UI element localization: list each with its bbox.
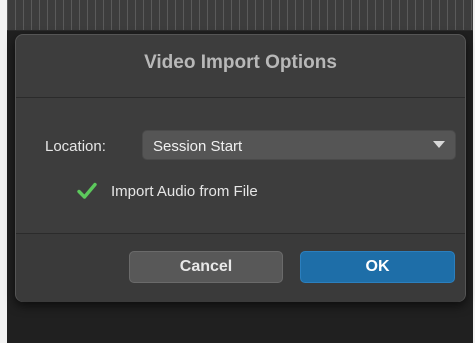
title-divider	[16, 97, 465, 98]
location-select[interactable]: Session Start	[142, 130, 456, 160]
cancel-button[interactable]: Cancel	[129, 251, 283, 283]
dialog-title: Video Import Options	[144, 52, 337, 73]
timeline-ruler	[7, 0, 473, 31]
screen: Video Import Options Location: Session S…	[0, 0, 475, 343]
location-label: Location:	[45, 138, 106, 155]
ok-button[interactable]: OK	[300, 251, 455, 283]
checkmark-icon	[77, 182, 97, 199]
location-selected-value: Session Start	[153, 138, 243, 155]
video-import-options-dialog: Video Import Options Location: Session S…	[15, 34, 466, 302]
import-audio-label: Import Audio from File	[111, 183, 258, 200]
chevron-down-icon	[433, 141, 445, 148]
